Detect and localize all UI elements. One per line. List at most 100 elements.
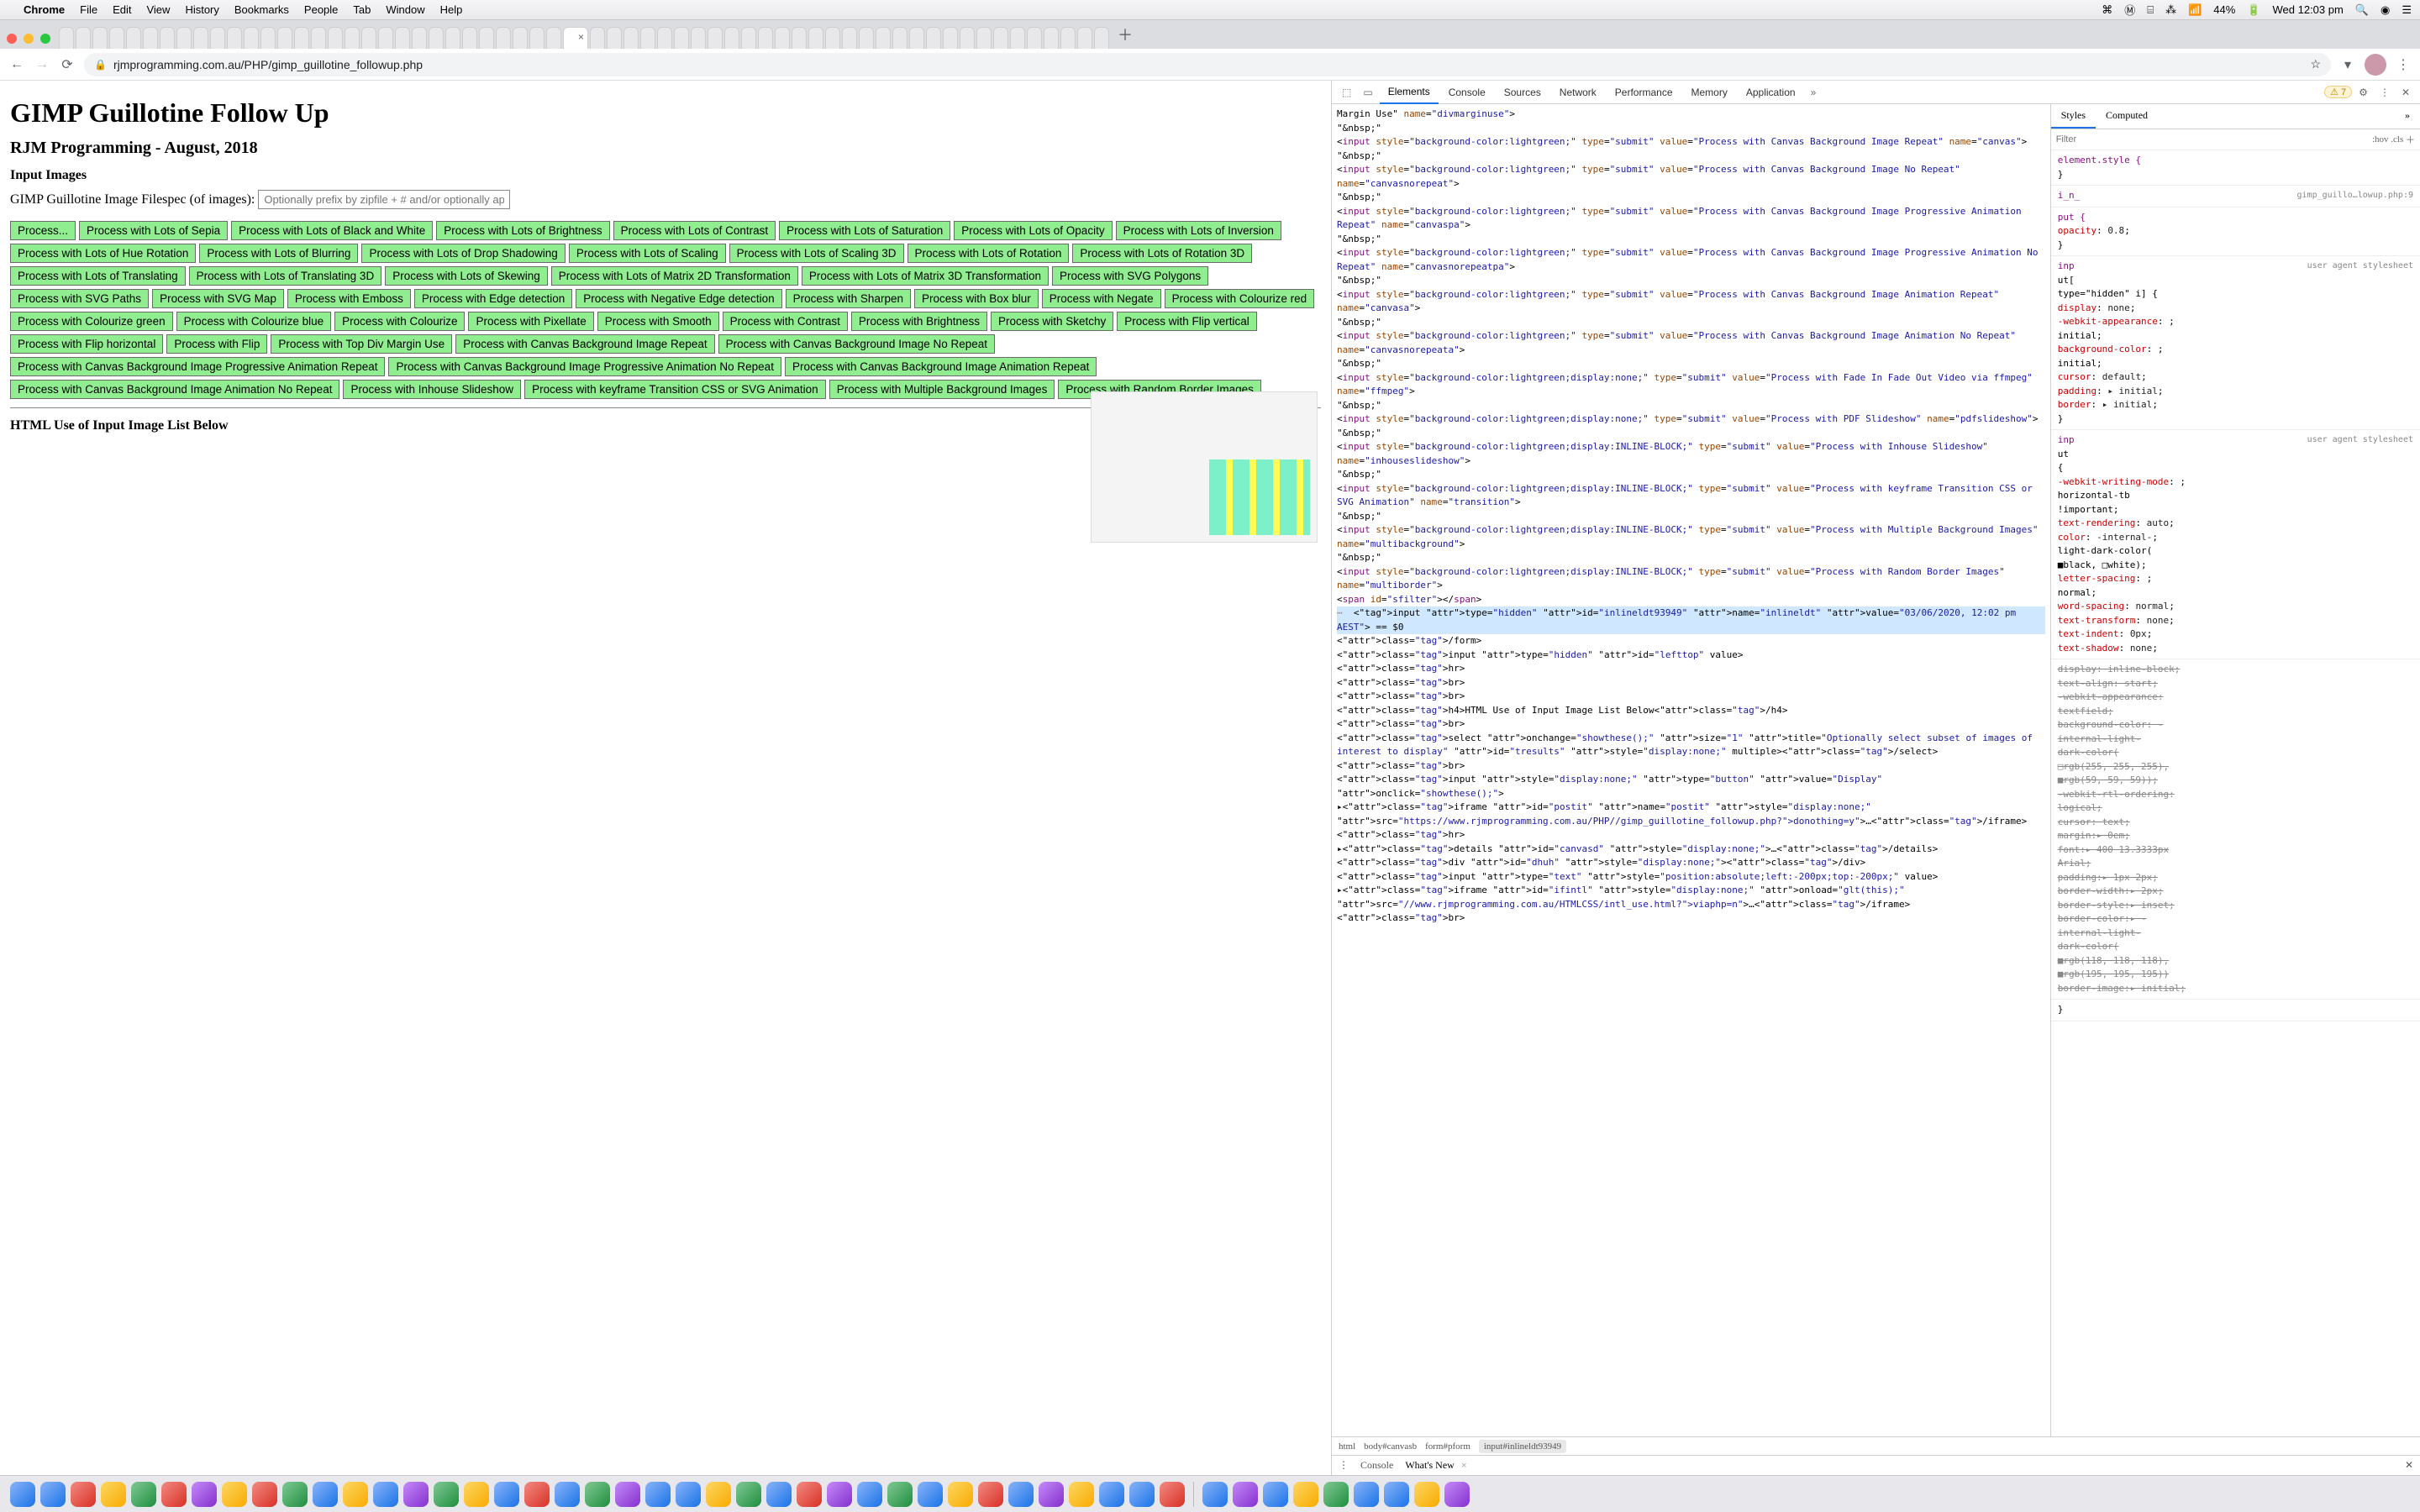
process-button[interactable]: Process with Lots of Contrast [613, 221, 776, 240]
process-button[interactable]: Process with SVG Map [152, 289, 284, 308]
browser-tab[interactable] [361, 27, 376, 49]
dock-app[interactable] [797, 1482, 822, 1507]
bluetooth-icon[interactable]: ⁂ [2165, 3, 2176, 17]
dock-app[interactable] [1384, 1482, 1409, 1507]
styles-tab[interactable]: Styles [2051, 104, 2096, 129]
dock-app[interactable] [1293, 1482, 1318, 1507]
dock-app[interactable] [706, 1482, 731, 1507]
dock-app[interactable] [1233, 1482, 1258, 1507]
dock-app[interactable] [434, 1482, 459, 1507]
browser-tab[interactable] [976, 27, 992, 49]
cls-toggle[interactable]: .cls [2391, 134, 2403, 144]
dock-app[interactable] [403, 1482, 429, 1507]
menu-help[interactable]: Help [440, 3, 463, 16]
process-button[interactable]: Process with Lots of Matrix 2D Transform… [551, 266, 798, 286]
browser-tab[interactable] [876, 27, 891, 49]
process-button[interactable]: Process with Lots of Blurring [199, 244, 358, 263]
forward-icon[interactable]: → [34, 57, 50, 72]
process-button[interactable]: Process with SVG Polygons [1052, 266, 1208, 286]
dock-app[interactable] [857, 1482, 882, 1507]
inspect-icon[interactable]: ⬚ [1337, 87, 1356, 98]
close-window-icon[interactable] [7, 34, 17, 44]
dock-app[interactable] [645, 1482, 671, 1507]
process-button[interactable]: Process with Negative Edge detection [576, 289, 781, 308]
zoom-window-icon[interactable] [40, 34, 50, 44]
browser-tab[interactable] [892, 27, 908, 49]
new-tab-button[interactable]: ＋ [1111, 24, 1139, 49]
browser-tab[interactable] [943, 27, 958, 49]
crumb[interactable]: form#pform [1425, 1441, 1470, 1452]
browser-tab[interactable] [244, 27, 259, 49]
tab-sources[interactable]: Sources [1496, 81, 1549, 103]
kebab-icon[interactable]: ⋮ [2375, 87, 2395, 98]
close-devtools-icon[interactable]: ✕ [2396, 87, 2415, 98]
dock-app[interactable] [1039, 1482, 1064, 1507]
process-button[interactable]: Process with Canvas Background Image Pro… [10, 357, 385, 376]
browser-tab[interactable] [378, 27, 393, 49]
dock-app[interactable] [10, 1482, 35, 1507]
menu-people[interactable]: People [304, 3, 338, 16]
browser-tab[interactable] [193, 27, 208, 49]
warnings-badge[interactable]: ⚠ 7 [2324, 86, 2352, 98]
dock-app[interactable] [1069, 1482, 1094, 1507]
process-button[interactable]: Process with Flip [166, 334, 267, 354]
tab-performance[interactable]: Performance [1607, 81, 1681, 103]
drawer-tab-close-icon[interactable]: × [1461, 1459, 1467, 1472]
process-button[interactable]: Process with Flip vertical [1117, 312, 1257, 331]
crumb-selected[interactable]: input#inlineldt93949 [1479, 1440, 1566, 1453]
process-button[interactable]: Process with Lots of Rotation 3D [1072, 244, 1252, 263]
dock-app[interactable] [1263, 1482, 1288, 1507]
dock-app[interactable] [1444, 1482, 1470, 1507]
menu-history[interactable]: History [185, 3, 218, 16]
dock-app[interactable] [1414, 1482, 1439, 1507]
process-button[interactable]: Process with keyframe Transition CSS or … [524, 380, 826, 399]
settings-icon[interactable]: ⚙ [2354, 87, 2373, 98]
browser-tab[interactable] [210, 27, 225, 49]
process-button[interactable]: Process with Colourize red [1165, 289, 1315, 308]
dock-app[interactable] [948, 1482, 973, 1507]
browser-tab[interactable] [1060, 27, 1076, 49]
drawer-menu-icon[interactable]: ⋮ [1339, 1459, 1349, 1472]
browser-tab[interactable] [328, 27, 343, 49]
process-button[interactable]: Process with Lots of Saturation [779, 221, 950, 240]
menu-window[interactable]: Window [386, 3, 424, 16]
drawer-whatsnew[interactable]: What's New [1405, 1459, 1454, 1472]
dock-app[interactable] [161, 1482, 187, 1507]
process-button[interactable]: Process with Negate [1042, 289, 1161, 308]
browser-tab[interactable] [792, 27, 807, 49]
browser-tab[interactable] [176, 27, 192, 49]
process-button[interactable]: Process with Box blur [914, 289, 1039, 308]
process-button[interactable]: Process with Canvas Background Image No … [718, 334, 995, 354]
process-button[interactable]: Process with Emboss [287, 289, 411, 308]
process-button[interactable]: Process with Colourize green [10, 312, 173, 331]
computed-tab[interactable]: Computed [2096, 104, 2158, 129]
device-toggle-icon[interactable]: ▭ [1358, 87, 1377, 98]
process-button[interactable]: Process with Smooth [597, 312, 719, 331]
browser-tab[interactable] [479, 27, 494, 49]
dock-app[interactable] [282, 1482, 308, 1507]
status-icon[interactable]: Ⓜ [2124, 2, 2135, 18]
process-button[interactable]: Process with Lots of Scaling 3D [729, 244, 904, 263]
browser-tab[interactable] [1027, 27, 1042, 49]
process-button[interactable]: Process with Lots of Black and White [231, 221, 433, 240]
browser-tab[interactable] [462, 27, 477, 49]
process-button[interactable]: Process with Colourize blue [176, 312, 332, 331]
browser-tab[interactable] [590, 27, 605, 49]
dock-app[interactable] [555, 1482, 580, 1507]
menu-file[interactable]: File [80, 3, 97, 16]
dock-app[interactable] [766, 1482, 792, 1507]
hov-toggle[interactable]: :hov [2372, 134, 2389, 144]
browser-tab[interactable] [640, 27, 655, 49]
browser-tab[interactable] [126, 27, 141, 49]
dock-app[interactable] [585, 1482, 610, 1507]
browser-tab[interactable] [993, 27, 1008, 49]
clock[interactable]: Wed 12:03 pm [2273, 3, 2344, 16]
spotlight-icon[interactable]: 🔍 [2355, 3, 2369, 17]
process-button[interactable]: Process with Lots of Matrix 3D Transform… [802, 266, 1049, 286]
process-button[interactable]: Process with Contrast [723, 312, 848, 331]
process-button[interactable]: Process with Lots of Translating [10, 266, 186, 286]
dock-app[interactable] [736, 1482, 761, 1507]
tab-memory[interactable]: Memory [1683, 81, 1736, 103]
more-styles-icon[interactable]: » [2395, 104, 2420, 129]
dock-app[interactable] [1354, 1482, 1379, 1507]
